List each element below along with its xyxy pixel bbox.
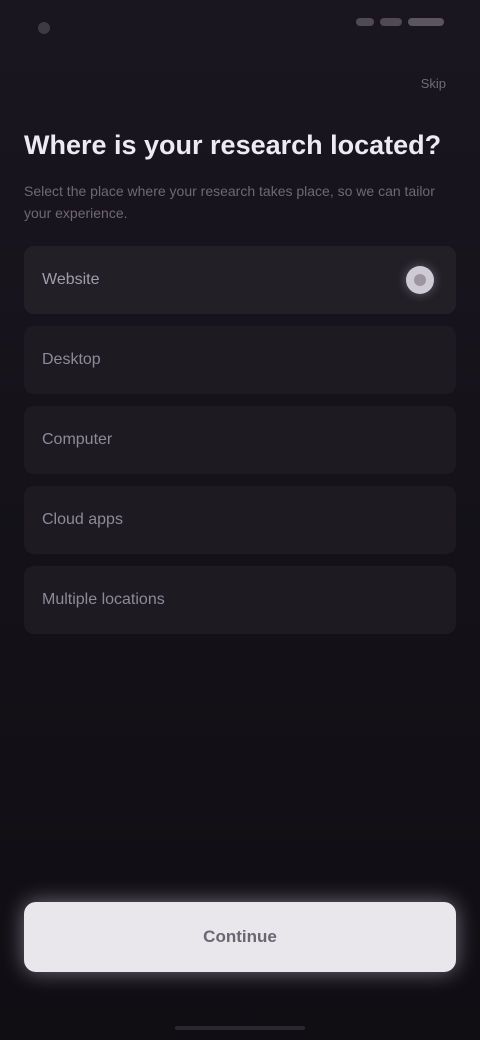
page-title: Where is your research located? — [24, 130, 442, 160]
option-label: Computer — [42, 431, 113, 448]
option-label: Cloud apps — [42, 511, 123, 528]
options-list: Website Desktop Computer Cloud apps Mult… — [24, 246, 456, 634]
home-indicator[interactable] — [175, 1026, 305, 1030]
radio-selected-icon[interactable] — [406, 266, 434, 294]
wifi-icon — [380, 18, 402, 26]
status-indicator-icon — [38, 22, 50, 34]
option-label: Desktop — [42, 351, 101, 368]
battery-icon — [408, 18, 444, 26]
status-bar — [0, 0, 480, 60]
signal-icon — [356, 18, 374, 26]
page-subtitle: Select the place where your research tak… — [24, 183, 435, 221]
skip-link[interactable]: Skip — [421, 76, 446, 91]
option-website[interactable]: Website — [24, 246, 456, 314]
option-desktop[interactable]: Desktop — [24, 326, 456, 394]
status-icons — [356, 18, 444, 26]
option-label: Website — [42, 271, 100, 288]
option-computer[interactable]: Computer — [24, 406, 456, 474]
option-label: Multiple locations — [42, 591, 165, 608]
option-cloud-apps[interactable]: Cloud apps — [24, 486, 456, 554]
continue-button[interactable]: Continue — [24, 902, 456, 972]
option-multiple-locations[interactable]: Multiple locations — [24, 566, 456, 634]
